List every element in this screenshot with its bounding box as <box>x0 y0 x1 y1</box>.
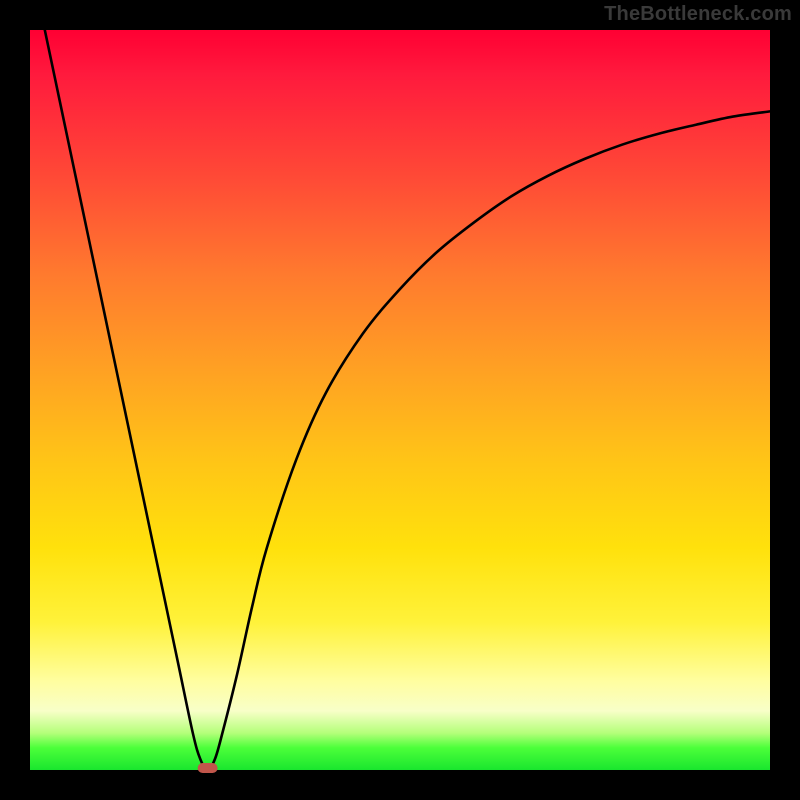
bottleneck-curve <box>45 30 770 770</box>
optimal-marker <box>198 763 218 773</box>
chart-frame: TheBottleneck.com <box>0 0 800 800</box>
watermark-text: TheBottleneck.com <box>604 3 792 26</box>
plot-area <box>30 30 770 770</box>
curve-svg <box>30 30 770 770</box>
